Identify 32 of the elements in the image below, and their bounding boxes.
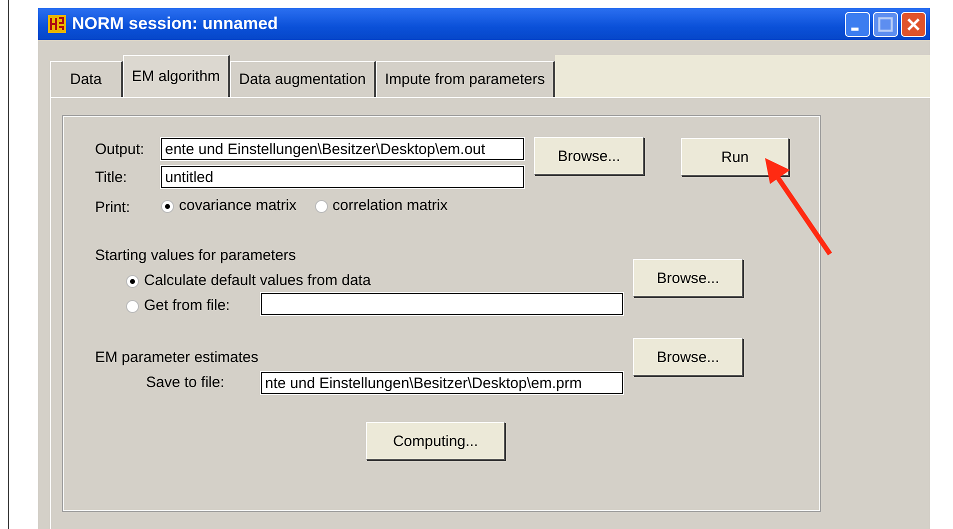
browse-button[interactable]: Browse... <box>534 137 644 175</box>
maximize-icon[interactable] <box>873 12 898 36</box>
browse-button[interactable]: Browse... <box>633 338 743 376</box>
run-button[interactable]: Run <box>681 138 789 176</box>
output-field[interactable]: ente und Einstellungen\Besitzer\Desktop\em.out <box>161 138 524 160</box>
radio-option[interactable]: Calculate default values from data <box>126 271 605 291</box>
output-label: Output: <box>95 140 146 160</box>
file-field[interactable] <box>261 292 623 314</box>
radio-option[interactable]: covariance matrix <box>161 196 297 216</box>
minimize-icon[interactable] <box>845 12 870 36</box>
tab[interactable]: Impute from parameters <box>376 61 555 97</box>
radio-icon[interactable] <box>161 200 174 212</box>
window-title: NORM session: unnamed <box>72 14 278 34</box>
tab[interactable]: EM algorithm <box>122 55 230 97</box>
radio-option[interactable]: correlation matrix <box>314 196 448 216</box>
radio-icon[interactable] <box>126 300 139 312</box>
print-label: Print: <box>95 198 132 218</box>
title-field[interactable]: untitled <box>161 166 524 188</box>
section-heading: EM parameter estimates <box>95 348 260 368</box>
computing-button[interactable]: Computing... <box>366 422 505 460</box>
tab[interactable]: Data <box>50 61 123 97</box>
radio-icon[interactable] <box>126 274 139 288</box>
save-label: Save to file: <box>146 373 226 393</box>
section-heading: Starting values for parameters <box>95 246 297 266</box>
title-label: Title: <box>95 168 128 188</box>
close-icon[interactable] <box>901 12 926 36</box>
save-field[interactable]: nte und Einstellungen\Besitzer\Desktop\em.prm <box>261 372 623 394</box>
radio-option[interactable]: Get from file: <box>126 296 261 316</box>
tab[interactable]: Data augmentation <box>230 61 376 97</box>
browse-button[interactable]: Browse... <box>633 259 743 297</box>
radio-icon[interactable] <box>314 200 328 212</box>
app-icon <box>48 15 66 33</box>
